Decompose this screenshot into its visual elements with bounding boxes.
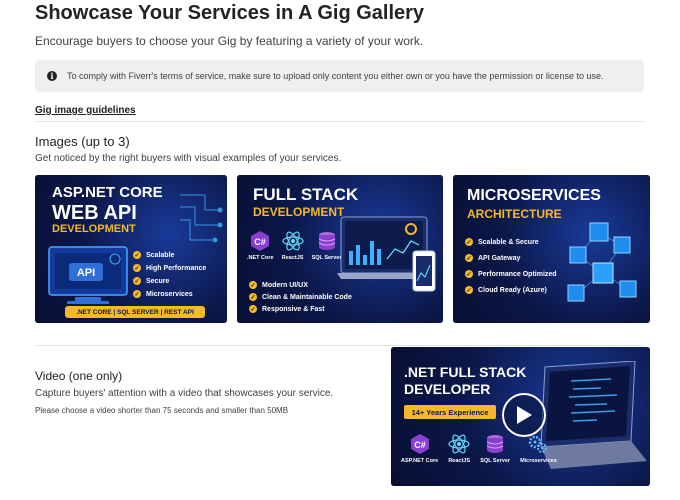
images-section-description: Get noticed by the right buyers with vis… xyxy=(35,153,342,164)
gallery-image-1[interactable]: ASP.NET CORE WEB API DEVELOPMENT API ✓ Sc… xyxy=(35,175,227,323)
card-subtitle: DEVELOPMENT xyxy=(52,223,136,235)
video-title-line2: DEVELOPER xyxy=(404,381,491,397)
check-icon: ✓ xyxy=(249,293,257,301)
check-icon: ✓ xyxy=(133,277,141,285)
gallery-image-3[interactable]: MICROSERVICES ARCHITECTURE ✓ Scalable & S… xyxy=(453,175,650,323)
check-icon: ✓ xyxy=(133,251,141,259)
tech-item: C# ASP.NET Core xyxy=(401,433,438,464)
feature-item: ✓ Responsive & Fast xyxy=(249,305,325,313)
gig-image-guidelines-link[interactable]: Gig image guidelines xyxy=(35,105,136,116)
play-video-button[interactable] xyxy=(502,393,546,437)
video-section-description: Capture buyers' attention with a video t… xyxy=(35,388,334,399)
gallery-image-2[interactable]: FULL STACK DEVELOPMENT C# .NET Core Reac… xyxy=(237,175,443,323)
images-section-title: Images (up to 3) xyxy=(35,134,130,149)
database-icon xyxy=(316,230,338,252)
tech-item: C# .NET Core xyxy=(247,230,274,261)
feature-item: ✓ API Gateway xyxy=(465,254,521,262)
feature-item: ✓ Microservices xyxy=(133,290,193,298)
play-icon xyxy=(517,406,532,424)
tech-item: ReactJS xyxy=(448,433,470,464)
check-icon: ✓ xyxy=(133,264,141,272)
feature-item: ✓ Modern UI/UX xyxy=(249,281,308,289)
react-icon xyxy=(448,433,470,455)
csharp-icon: C# xyxy=(409,433,431,455)
circuit-decoration xyxy=(180,194,223,243)
page-title: Showcase Your Services in A Gig Gallery xyxy=(35,2,425,24)
react-icon xyxy=(281,230,304,252)
tech-stack-row: C# .NET Core ReactJS SQL Server xyxy=(247,230,341,261)
feature-item: ✓ High Performance xyxy=(133,264,207,272)
api-label: API xyxy=(77,267,95,279)
feature-item: ✓ Secure xyxy=(133,277,170,285)
csharp-icon: C# xyxy=(249,230,271,252)
check-icon: ✓ xyxy=(465,238,473,246)
check-icon: ✓ xyxy=(465,270,473,278)
card-title-line1: FULL STACK xyxy=(253,185,359,204)
svg-text:C#: C# xyxy=(414,440,426,450)
video-section-title: Video (one only) xyxy=(35,369,123,383)
info-icon: i xyxy=(47,71,57,81)
card-subtitle: ARCHITECTURE xyxy=(467,207,562,221)
divider xyxy=(35,121,645,122)
svg-text:C#: C# xyxy=(255,237,267,247)
card-subtitle: DEVELOPMENT xyxy=(253,205,345,219)
card-feature-list: ✓ Modern UI/UX ✓ Clean & Maintainable Code… xyxy=(249,281,352,313)
gears-icon xyxy=(527,433,549,455)
api-monitor-illustration: API xyxy=(48,246,128,304)
feature-item: ✓ Scalable & Secure xyxy=(465,238,539,246)
check-icon: ✓ xyxy=(133,290,141,298)
tech-item: ReactJS xyxy=(282,230,304,261)
feature-item: ✓ Cloud Ready (Azure) xyxy=(465,286,547,294)
page-subtitle: Encourage buyers to choose your Gig by f… xyxy=(35,34,424,48)
card-title-line2: WEB API xyxy=(52,202,137,224)
tech-item: SQL Server xyxy=(480,433,510,464)
database-icon xyxy=(484,433,506,455)
tech-item: Microservices xyxy=(520,433,557,464)
check-icon: ✓ xyxy=(249,305,257,313)
video-limit-note: Please choose a video shorter than 75 se… xyxy=(35,406,289,415)
video-title-line1: .NET FULL STACK xyxy=(404,364,527,380)
tech-tag-bar: .NET CORE | SQL SERVER | REST API xyxy=(65,306,205,318)
check-icon: ✓ xyxy=(465,286,473,294)
notice-text: To comply with Fiverr's terms of service… xyxy=(67,71,604,81)
video-thumbnail[interactable]: .NET FULL STACK DEVELOPER 14+ Years Expe… xyxy=(391,347,650,486)
divider xyxy=(35,345,645,346)
card-feature-list: ✓ Scalable ✓ High Performance ✓ Secure ✓ Mic… xyxy=(133,251,206,298)
feature-item: ✓ Clean & Maintainable Code xyxy=(249,293,352,301)
experience-badge: 14+ Years Experience xyxy=(404,405,496,419)
card-title-line1: MICROSERVICES xyxy=(467,187,601,204)
laptop-dashboard-illustration xyxy=(337,216,436,292)
cube-network-illustration xyxy=(567,222,637,302)
card-title-line1: ASP.NET CORE xyxy=(52,184,163,201)
feature-item: ✓ Performance Optimized xyxy=(465,270,557,278)
check-icon: ✓ xyxy=(249,281,257,289)
terms-notice: i To comply with Fiverr's terms of servi… xyxy=(35,60,644,92)
video-tech-row: C# ASP.NET Core ReactJS SQL Server Micro… xyxy=(401,433,557,464)
card-feature-list: ✓ Scalable & Secure ✓ API Gateway ✓ Perform… xyxy=(465,238,557,294)
check-icon: ✓ xyxy=(465,254,473,262)
feature-item: ✓ Scalable xyxy=(133,251,175,259)
